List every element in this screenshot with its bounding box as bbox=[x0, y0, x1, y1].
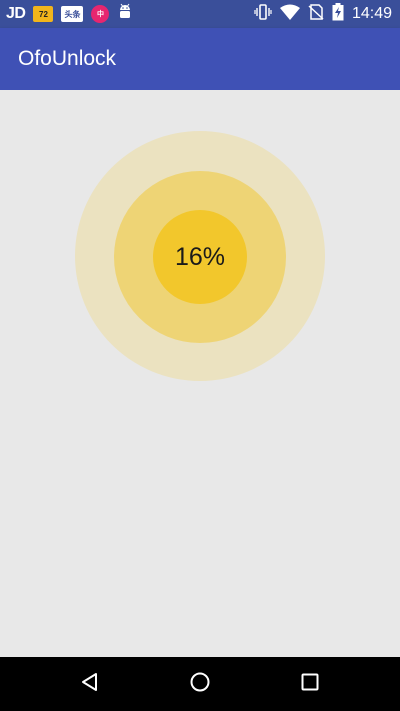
battery-charging-icon bbox=[332, 3, 344, 25]
home-button[interactable] bbox=[185, 669, 215, 699]
navigation-bar bbox=[0, 657, 400, 711]
status-system-icons: 14:49 bbox=[254, 3, 392, 25]
jd-app-notification: JD bbox=[6, 5, 26, 22]
back-icon bbox=[79, 671, 101, 698]
wifi-icon bbox=[279, 4, 300, 24]
app-title: OfoUnlock bbox=[18, 47, 117, 70]
zhongdou-notification-icon: 中 bbox=[91, 5, 110, 23]
recents-button[interactable] bbox=[295, 669, 325, 699]
progress-ring-inner[interactable]: 16% bbox=[153, 210, 247, 304]
toutiao-notification-icon: 头条 bbox=[61, 6, 84, 22]
notification-72-icon: 72 bbox=[33, 6, 54, 22]
no-sim-icon bbox=[308, 4, 324, 24]
vibrate-icon bbox=[254, 4, 272, 24]
app-bar: OfoUnlock bbox=[0, 28, 400, 90]
recents-icon bbox=[299, 671, 321, 698]
android-icon bbox=[117, 3, 133, 25]
back-button[interactable] bbox=[75, 669, 105, 699]
main-content: 16% bbox=[0, 90, 400, 657]
status-notifications: JD 72 头条 中 bbox=[6, 3, 133, 25]
home-icon bbox=[189, 671, 211, 698]
progress-percent-label: 16% bbox=[174, 242, 226, 271]
status-bar: JD 72 头条 中 14:49 bbox=[0, 0, 400, 28]
status-time: 14:49 bbox=[351, 5, 392, 22]
